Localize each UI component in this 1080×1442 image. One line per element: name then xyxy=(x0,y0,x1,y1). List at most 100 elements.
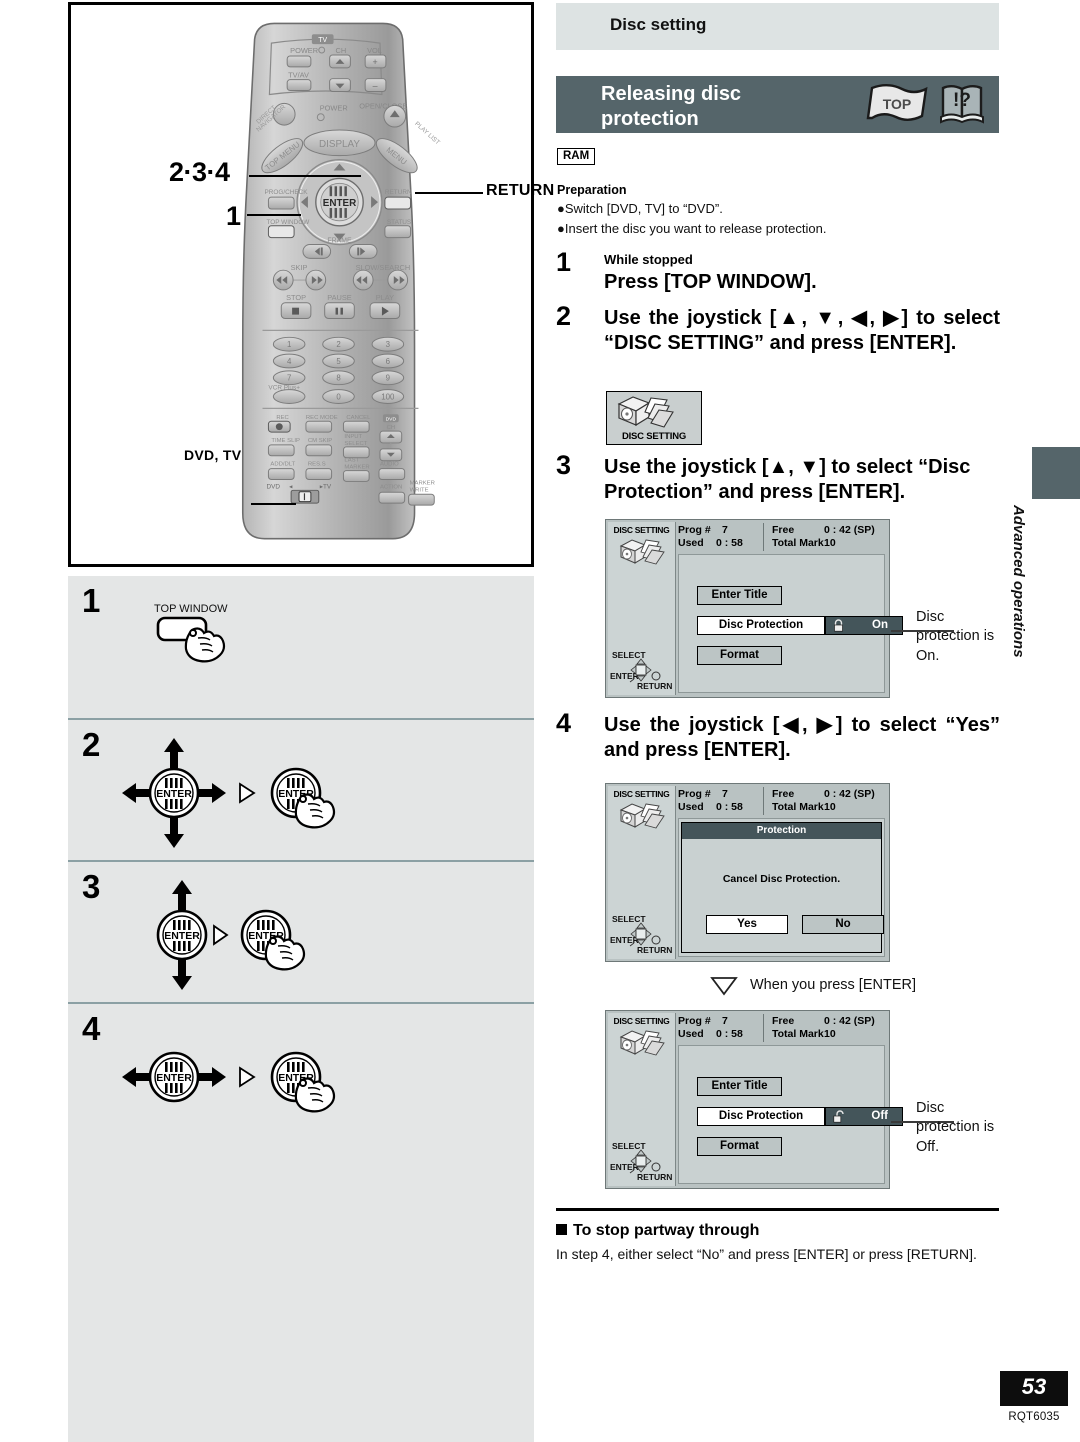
format-button[interactable]: Format xyxy=(697,646,782,665)
svg-text:0: 0 xyxy=(336,393,341,402)
screen-body: Enter Title Disc Protection Off Format xyxy=(678,1045,903,1184)
free-value: 0 : 42 (SP) xyxy=(824,1015,875,1027)
disc-setting-chip-label: DISC SETTING xyxy=(621,431,687,442)
svg-text:100: 100 xyxy=(381,393,395,402)
disc-protection-label: Disc Protection xyxy=(697,1107,825,1126)
preparation-item: ●Switch [DVD, TV] to “DVD”. xyxy=(557,201,723,216)
svg-text:REC MODE: REC MODE xyxy=(306,415,338,421)
enter-title-button[interactable]: Enter Title xyxy=(697,586,782,605)
callout-dvd-tv-switch: DVD, TV xyxy=(184,447,242,463)
enter-title-button[interactable]: Enter Title xyxy=(697,1077,782,1096)
instruction-text: Use the joystick [▲, ▼] to select “Disc … xyxy=(604,456,971,503)
used-label: Used xyxy=(678,1028,704,1040)
svg-text:RETURN: RETURN xyxy=(637,1172,672,1182)
disc-protection-label: Disc Protection xyxy=(697,616,825,635)
svg-text:TV/AV: TV/AV xyxy=(288,71,309,80)
disc-setting-icon xyxy=(619,803,665,829)
category-bar: Disc setting xyxy=(556,3,999,50)
svg-text:TOP: TOP xyxy=(883,96,912,112)
total-mark-label: Total Mark xyxy=(772,537,824,549)
step-figure-2: 2 ENTER ENTER xyxy=(68,718,534,860)
svg-text:WRITE: WRITE xyxy=(410,487,429,493)
svg-text:INPUT: INPUT xyxy=(344,434,362,440)
svg-text:VCR Plus+: VCR Plus+ xyxy=(268,385,300,392)
status-divider xyxy=(763,1014,764,1042)
svg-text:TV: TV xyxy=(318,37,327,44)
category-label: Disc setting xyxy=(610,15,707,34)
svg-text:–: – xyxy=(373,81,378,91)
stop-partway-body: In step 4, either select “No” and press … xyxy=(556,1246,977,1262)
used-label: Used xyxy=(678,801,704,813)
prog-label: Prog # xyxy=(678,788,711,800)
svg-text:REC: REC xyxy=(276,415,289,421)
total-mark-label: Total Mark xyxy=(772,1028,824,1040)
bullet-square-icon xyxy=(556,1224,567,1235)
select-enter-return-icon: SELECT ENTER RETURN xyxy=(610,650,672,691)
prog-label: Prog # xyxy=(678,524,711,536)
side-tab-marker xyxy=(1032,447,1080,499)
format-button[interactable]: Format xyxy=(697,1137,782,1156)
svg-text:AUDIO: AUDIO xyxy=(380,462,399,468)
svg-text:RETURN: RETURN xyxy=(637,945,672,955)
screen-body: Enter Title Disc Protection On Format xyxy=(678,554,903,693)
screen-sidebar: DISC SETTING SELECT ENTER RETURN xyxy=(608,1013,676,1186)
svg-text:TIME SLIP: TIME SLIP xyxy=(271,438,300,444)
prog-value: 7 xyxy=(722,524,728,536)
total-mark-value: 10 xyxy=(824,801,836,813)
dialog-message: Cancel Disc Protection. xyxy=(722,873,841,885)
svg-text:1: 1 xyxy=(287,340,291,349)
dialog-yes-button[interactable]: Yes xyxy=(706,915,788,934)
press-top-window-illustration: TOP WINDOW xyxy=(154,603,228,663)
svg-text:TOP WINDOW: TOP WINDOW xyxy=(266,219,310,226)
svg-text:PLAY LIST: PLAY LIST xyxy=(413,120,441,146)
instruction-text: Press [TOP WINDOW]. xyxy=(604,271,817,293)
svg-text:5: 5 xyxy=(336,357,341,366)
top-flag-icon: TOP xyxy=(866,84,928,121)
protection-dialog: Protection Cancel Disc Protection. Yes N… xyxy=(681,822,884,953)
svg-text:MARKER: MARKER xyxy=(410,480,435,486)
instruction-number: 3 xyxy=(556,450,572,480)
svg-text:2: 2 xyxy=(336,340,340,349)
svg-text:7: 7 xyxy=(287,374,291,383)
side-tab-label: Advanced operations xyxy=(1010,505,1027,658)
step-figure-number: 4 xyxy=(82,1010,101,1047)
instruction-number: 1 xyxy=(556,247,572,277)
joystick-4way-enter-illustration: ENTER ENTER xyxy=(122,738,336,848)
screen-sidebar: DISC SETTING SELECT ENTER RETURN xyxy=(608,786,676,959)
svg-text:+: + xyxy=(372,57,377,67)
enter-label: ENTER xyxy=(164,930,200,942)
screen-body: Protection Cancel Disc Protection. Yes N… xyxy=(678,818,885,957)
svg-text:4: 4 xyxy=(287,357,292,366)
manual-page: TV POWER CH VOL + TV/AV – POWER OPEN/CLO… xyxy=(0,0,1080,1442)
total-mark-value: 10 xyxy=(824,1028,836,1040)
dialog-title: Protection xyxy=(682,823,881,839)
callout-return-button: RETURN xyxy=(486,182,555,199)
page-number: 53 xyxy=(1021,1374,1047,1399)
instruction-number: 4 xyxy=(556,708,572,738)
svg-text:!?: !? xyxy=(953,90,971,111)
svg-text:SELECT: SELECT xyxy=(612,1141,646,1151)
dialog-no-button[interactable]: No xyxy=(802,915,884,934)
section-title-line1: Releasing disc xyxy=(601,83,742,105)
step-figure-number: 3 xyxy=(82,868,101,905)
svg-text:SKIP: SKIP xyxy=(291,263,308,272)
screen-protection-dialog: DISC SETTING SELECT ENTER RETURN Prog # … xyxy=(605,783,890,962)
screen-protection-off: DISC SETTING SELECT ENTER RETURN Prog # … xyxy=(605,1010,903,1189)
svg-text:SELECT: SELECT xyxy=(612,650,646,660)
svg-text:STOP: STOP xyxy=(286,293,306,302)
stop-partway-heading-text: To stop partway through xyxy=(573,1222,760,1239)
screen-status-header: Prog # 7 Used 0 : 58 Free 0 : 42 (SP) To… xyxy=(678,787,886,817)
screen-sidebar-title: DISC SETTING xyxy=(613,1016,670,1026)
top-window-button-label: TOP WINDOW xyxy=(154,603,228,615)
section-rule xyxy=(556,1208,999,1211)
svg-text:9: 9 xyxy=(386,374,390,383)
svg-text:ADD/DLT: ADD/DLT xyxy=(270,462,295,468)
book-help-icon: !? xyxy=(940,85,984,124)
screen-sidebar: DISC SETTING SELECT ENTER RETURN xyxy=(608,522,676,695)
status-divider xyxy=(763,523,764,551)
joystick-updown-enter-illustration: ENTER ENTER xyxy=(156,880,306,990)
svg-text:CM SKIP: CM SKIP xyxy=(308,438,332,444)
svg-text:DVD: DVD xyxy=(266,483,280,490)
status-divider xyxy=(763,787,764,815)
free-value: 0 : 42 (SP) xyxy=(824,524,875,536)
